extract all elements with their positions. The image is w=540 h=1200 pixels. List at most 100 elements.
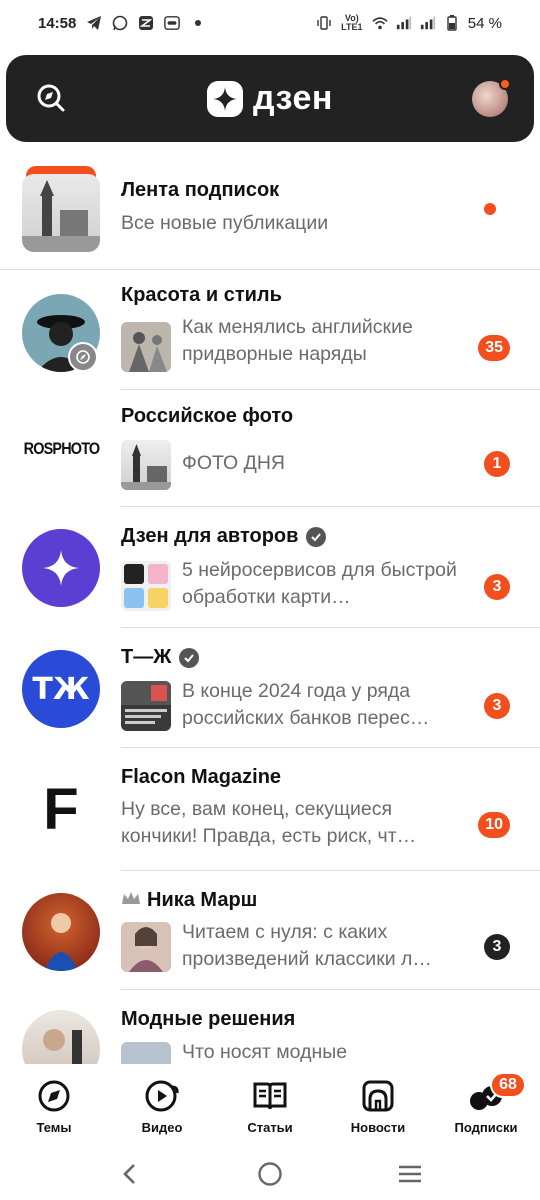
vibrate-icon bbox=[316, 15, 332, 31]
back-icon bbox=[123, 1164, 135, 1184]
item-title: Ника Марш bbox=[121, 889, 257, 912]
battery-percent: 54 % bbox=[467, 14, 502, 32]
nav-label: Темы bbox=[36, 1120, 72, 1135]
nav-articles[interactable]: Статьи bbox=[220, 1078, 320, 1135]
post-thumbnail bbox=[121, 440, 171, 490]
list-item[interactable]: Модные решения Что носят модные bbox=[0, 990, 540, 1064]
subscriptions-count-badge: 68 bbox=[490, 1072, 526, 1098]
post-thumbnail bbox=[121, 681, 171, 731]
status-bar: 14:58 Vo) LTE1 54 % bbox=[0, 0, 540, 46]
nav-label: Видео bbox=[141, 1120, 183, 1135]
rosphoto-logo: ROSPHOTO bbox=[23, 439, 99, 458]
item-title: Дзен для авторов bbox=[121, 525, 327, 548]
search-icon bbox=[37, 84, 65, 112]
status-time: 14:58 bbox=[38, 14, 77, 32]
whatsapp-icon bbox=[112, 15, 128, 31]
item-snippet: В конце 2024 года у ряда российских банк… bbox=[182, 680, 430, 729]
list-item[interactable]: ТЖ Т—Ж В конце 2024 года у ряда российск… bbox=[0, 628, 540, 748]
item-title: Лента подписок bbox=[121, 179, 280, 201]
telegram-icon bbox=[86, 15, 102, 31]
battery-icon bbox=[444, 15, 460, 31]
nav-label: Статьи bbox=[247, 1120, 293, 1135]
recents-button[interactable] bbox=[390, 1154, 430, 1194]
unread-dot bbox=[484, 203, 496, 215]
nav-label: Новости bbox=[350, 1120, 406, 1135]
nav-subscriptions[interactable]: 68 Подписки bbox=[436, 1072, 536, 1135]
home-icon bbox=[258, 1162, 282, 1186]
tzh-logo-icon: ТЖ bbox=[32, 671, 90, 707]
zen-star-icon bbox=[207, 80, 244, 117]
channel-avatar: ТЖ bbox=[22, 650, 100, 728]
item-title: Российское фото bbox=[121, 405, 294, 427]
zen-logo[interactable]: дзен bbox=[207, 79, 333, 118]
unread-count-badge: 3 bbox=[484, 934, 510, 960]
crown-icon bbox=[121, 889, 141, 912]
subscriptions-list: Лента подписок Все новые публикации Крас… bbox=[0, 152, 540, 1064]
item-snippet: Все новые публикации bbox=[121, 212, 329, 234]
channel-avatar bbox=[22, 529, 100, 607]
more-notifications-icon bbox=[190, 15, 206, 31]
feed-thumbnail bbox=[22, 166, 100, 252]
unread-count-badge: 35 bbox=[478, 335, 510, 361]
video-icon bbox=[144, 1078, 180, 1114]
app-icon bbox=[164, 15, 181, 31]
list-item[interactable]: ROSPHOTO Российское фото ФОТО ДНЯ 1 bbox=[0, 390, 540, 507]
logo-text: дзен bbox=[253, 79, 333, 117]
unread-count-badge: 3 bbox=[484, 693, 510, 719]
list-item[interactable]: F Flacon Magazine Ну все, вам конец, сек… bbox=[0, 748, 540, 871]
item-snippet: Что носят модные bbox=[182, 1041, 348, 1063]
item-title: Модные решения bbox=[121, 1008, 296, 1030]
flacon-logo: F bbox=[43, 776, 79, 842]
back-button[interactable] bbox=[110, 1154, 150, 1194]
item-title-text: Ника Марш bbox=[147, 889, 258, 911]
verified-icon bbox=[179, 647, 200, 668]
item-snippet: Ну все, вам конец, секущиеся кончики! Пр… bbox=[121, 798, 417, 847]
unread-count-badge: 1 bbox=[484, 451, 510, 477]
wifi-icon bbox=[372, 15, 388, 31]
nav-label: Подписки bbox=[454, 1120, 518, 1135]
app-header: дзен bbox=[6, 55, 534, 142]
channel-avatar bbox=[22, 1010, 100, 1064]
bottom-navigation: Темы Видео Статьи Новости 68 Подписки bbox=[0, 1064, 540, 1144]
unread-count-badge: 3 bbox=[484, 574, 510, 600]
item-snippet: 5 нейросервисов для быстрой обработки ка… bbox=[182, 559, 457, 608]
item-title-text: Дзен для авторов bbox=[121, 525, 299, 547]
verified-icon bbox=[306, 526, 327, 547]
list-item[interactable]: Дзен для авторов 5 нейросервисов для быс… bbox=[0, 507, 540, 628]
item-title: Т—Ж bbox=[121, 646, 200, 669]
channel-avatar bbox=[22, 893, 100, 971]
profile-avatar[interactable] bbox=[472, 78, 511, 117]
compass-icon bbox=[36, 1078, 72, 1114]
post-thumbnail bbox=[121, 322, 171, 372]
search-button[interactable] bbox=[34, 81, 68, 115]
item-snippet: ФОТО ДНЯ bbox=[182, 452, 285, 474]
signal-icon-2 bbox=[420, 15, 436, 31]
item-snippet: Как менялись английские придворные наряд… bbox=[182, 316, 413, 365]
channel-avatar: F bbox=[22, 770, 100, 848]
item-title: Красота и стиль bbox=[121, 284, 282, 306]
home-button[interactable] bbox=[250, 1154, 290, 1194]
list-item[interactable]: Ника Марш Читаем с нуля: с каких произве… bbox=[0, 871, 540, 990]
post-thumbnail bbox=[121, 561, 171, 611]
list-item[interactable]: Красота и стиль Как менялись английские … bbox=[0, 270, 540, 390]
nav-news[interactable]: Новости bbox=[328, 1078, 428, 1135]
post-thumbnail bbox=[121, 1042, 171, 1064]
zen-icon bbox=[138, 15, 154, 31]
nav-themes[interactable]: Темы bbox=[4, 1078, 104, 1135]
network-type: Vo) LTE1 bbox=[341, 13, 363, 32]
system-navigation bbox=[0, 1148, 540, 1200]
unread-count-badge: 10 bbox=[478, 812, 510, 838]
menu-icon bbox=[399, 1165, 421, 1183]
articles-icon bbox=[252, 1078, 288, 1114]
compass-icon bbox=[68, 342, 98, 372]
nav-video[interactable]: Видео bbox=[112, 1078, 212, 1135]
item-title: Flacon Magazine bbox=[121, 766, 282, 788]
notification-dot bbox=[499, 78, 511, 90]
post-thumbnail bbox=[121, 922, 171, 972]
news-icon bbox=[360, 1078, 396, 1114]
signal-icon bbox=[396, 15, 412, 31]
list-item[interactable]: Лента подписок Все новые публикации bbox=[0, 152, 540, 270]
item-snippet: Читаем с нуля: с каких произведений клас… bbox=[182, 921, 432, 970]
channel-avatar: ROSPHOTO bbox=[22, 410, 100, 488]
item-title-text: Т—Ж bbox=[121, 646, 172, 668]
